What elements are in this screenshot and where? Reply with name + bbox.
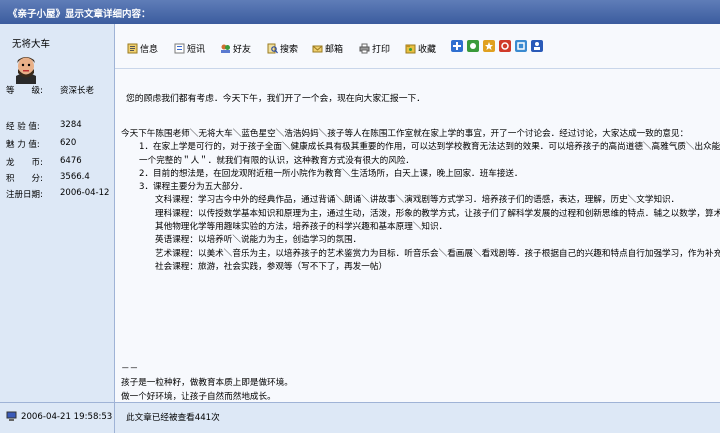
exp-row: 经 验 值: 3284 xyxy=(6,120,82,132)
message-button[interactable]: 短讯 xyxy=(174,41,205,55)
points-label: 积 分: xyxy=(6,174,43,184)
search-label: 搜索 xyxy=(280,44,299,55)
red-share-icon[interactable] xyxy=(499,40,511,52)
post-line: 其他物理化学等用趣味实验的方法，培养孩子的科学兴趣和基本原理＼知识． xyxy=(155,222,448,233)
star-share-icon[interactable] xyxy=(483,40,495,52)
charm-row: 魅 力 值: 620 xyxy=(6,138,76,150)
post-line: 理科课程：以传授数学基本知识和原理为主，通过生动，活泼，形象的教学方式，让孩子们… xyxy=(155,208,720,219)
exp-value: 3284 xyxy=(60,120,82,130)
post-line: 艺术课程：以美术＼音乐为主，以培养孩子的艺术鉴赏力为目标．听音乐会＼看画展＼看戏… xyxy=(155,248,720,259)
green-share-icon[interactable] xyxy=(467,40,479,52)
post-greeting: 您的顾虑我们都有考虑．今天下午，我们开了一个会，现在向大家汇报一下． xyxy=(126,94,426,104)
post-line: 英语课程：以培养听＼说能力为主，创造学习的氛围． xyxy=(155,235,362,246)
print-icon xyxy=(359,43,370,53)
favorite-button[interactable]: 收藏 xyxy=(405,41,436,55)
search-icon xyxy=(267,43,278,53)
coin-value: 6476 xyxy=(60,156,82,166)
rank-label: 等 级: xyxy=(6,86,43,96)
reg-value: 2006-04-12 xyxy=(60,188,110,198)
info-icon xyxy=(127,43,138,53)
coin-label: 龙 币: xyxy=(6,158,43,168)
post-line: 3．课程主要分为五大部分． xyxy=(139,182,248,193)
friends-icon xyxy=(221,44,230,53)
person-share-icon[interactable] xyxy=(531,40,543,52)
post-panel: 信息 短讯 好友 搜索 邮箱 打印 收藏 您的顾虑我们都有考虑．今天下午，我们开… xyxy=(115,24,720,402)
rank-value: 资深长老 xyxy=(60,86,95,96)
reg-label: 注册日期: xyxy=(6,190,43,200)
friends-label: 好友 xyxy=(233,44,252,55)
exp-label: 经 验 值: xyxy=(6,122,40,132)
avatar[interactable] xyxy=(12,54,40,84)
post-line: 一个完整的＂人＂．就我们有限的认识，这种教育方式没有很大的风险． xyxy=(139,155,415,166)
page-title: 《亲子小屋》显示文章详细内容： xyxy=(8,9,151,20)
mailbox-button[interactable]: 邮箱 xyxy=(312,41,343,55)
signature-line: 孩子是一粒种籽，做教育本质上即是做环境。 xyxy=(121,378,293,388)
post-line: 文科课程：学习古今中外的经典作品，通过背诵＼朗诵＼讲故事＼演戏剧等方式学习．培养… xyxy=(155,195,680,206)
post-body: 今天下午陈围老师＼无将大车＼蓝色星空＼浩浩妈妈＼孩子等人在陈围工作室就在家上学的… xyxy=(121,128,720,274)
points-row: 积 分: 3566.4 xyxy=(6,172,90,184)
info-label: 信息 xyxy=(140,44,159,55)
print-label: 打印 xyxy=(372,44,391,55)
author-name[interactable]: 无将大车 xyxy=(12,36,50,50)
search-button[interactable]: 搜索 xyxy=(267,41,298,55)
post-toolbar: 信息 短讯 好友 搜索 邮箱 打印 收藏 xyxy=(115,24,720,69)
reg-row: 注册日期: 2006-04-12 xyxy=(6,188,109,200)
signature-separator: －－ xyxy=(121,364,139,374)
post-line: 1．在家上学是可行的，对于孩子全面＼健康成长具有极其重要的作用，可以达到学校教育… xyxy=(139,142,720,153)
post-line: 社会课程：旅游，社会实践，参观等（写不下了，再发一帖） xyxy=(155,261,388,272)
post-line: 2．目前的想法是，在回龙观附近租一所小院作为教育＼生活场所，白天上课，晚上回家．… xyxy=(139,168,523,179)
signature: 孩子是一粒种籽，做教育本质上即是做环境。 做一个好环境，让孩子自然而然地成长。 xyxy=(121,376,293,404)
view-count: 此文章已经被查看441次 xyxy=(126,413,220,423)
title-bar: 《亲子小屋》显示文章详细内容： xyxy=(0,0,720,24)
rank-row: 等 级: 资深长老 xyxy=(6,84,94,96)
computer-icon xyxy=(6,411,17,421)
points-value: 3566.4 xyxy=(60,172,90,182)
message-icon xyxy=(174,43,185,53)
charm-label: 魅 力 值: xyxy=(6,140,40,150)
mailbox-label: 邮箱 xyxy=(325,44,344,55)
footer-divider xyxy=(114,403,115,433)
post-line: 今天下午陈围老师＼无将大车＼蓝色星空＼浩浩妈妈＼孩子等人在陈围工作室就在家上学的… xyxy=(121,129,689,139)
favorite-icon xyxy=(405,44,416,53)
blue-share-icon[interactable] xyxy=(515,40,527,52)
print-button[interactable]: 打印 xyxy=(359,41,390,55)
author-panel: 无将大车 等 级: 资深长老 经 验 值: 3284 魅 力 值: 620 龙 … xyxy=(0,24,115,402)
message-label: 短讯 xyxy=(187,44,206,55)
plus-icon[interactable] xyxy=(451,40,463,52)
info-button[interactable]: 信息 xyxy=(127,41,158,55)
friends-button[interactable]: 好友 xyxy=(220,41,251,55)
post-time: 2006-04-21 19:58:53 xyxy=(6,411,112,422)
post-timestamp: 2006-04-21 19:58:53 xyxy=(21,411,113,422)
post-footer: 2006-04-21 19:58:53 此文章已经被查看441次 xyxy=(0,402,720,433)
mailbox-icon xyxy=(312,45,323,52)
coin-row: 龙 币: 6476 xyxy=(6,156,82,168)
charm-value: 620 xyxy=(60,138,77,148)
favorite-label: 收藏 xyxy=(418,44,437,55)
